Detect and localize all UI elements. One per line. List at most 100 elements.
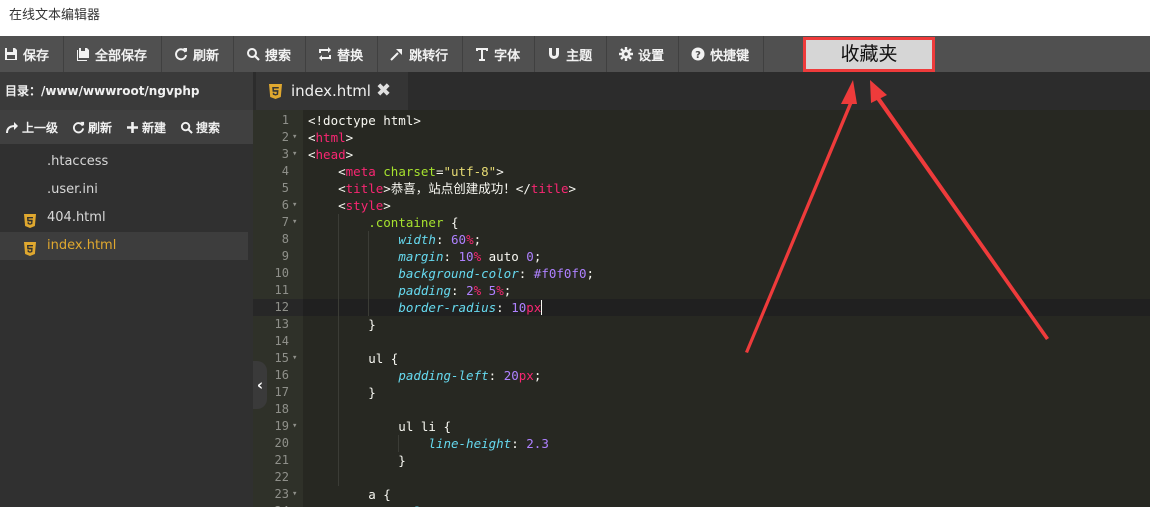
code-line[interactable]: 7 ▾ .container { (253, 214, 1150, 231)
code-line[interactable]: 3 ▾ <head> (253, 146, 1150, 163)
code-line[interactable]: 1 <!doctype html> (253, 112, 1150, 129)
code-text: } (308, 384, 376, 401)
line-number: 11 (274, 283, 289, 297)
code-line[interactable]: 11 padding: 2% 5%; (253, 282, 1150, 299)
code-token: } (308, 385, 376, 400)
collapse-sidebar-handle[interactable]: ‹ (253, 361, 267, 409)
code-token: 10 (511, 300, 527, 315)
fold-toggle-icon[interactable]: ▾ (292, 350, 297, 367)
line-number: 13 (274, 317, 289, 331)
toolbar-button-2[interactable]: 刷新 (162, 36, 235, 72)
toolbar-button-5[interactable]: 跳转行 (378, 36, 464, 72)
code-line[interactable]: 16 padding-left: 20px; (253, 367, 1150, 384)
toolbar-button-label: 全部保存 (95, 48, 148, 64)
save-all-icon (76, 47, 90, 61)
code-line[interactable]: 8 width: 60%; (253, 231, 1150, 248)
toolbar-button-label: 跳转行 (409, 48, 449, 64)
code-line[interactable]: 22 (253, 469, 1150, 486)
code-token: 0 (526, 249, 534, 264)
code-text: background-color: #f0f0f0; (308, 265, 594, 282)
tab-index-html[interactable]: index.html ✖ (256, 72, 408, 110)
code-text: ul li { (308, 418, 451, 435)
theme-icon (547, 47, 561, 61)
code-line[interactable]: 14 (253, 333, 1150, 350)
toolbar-button-label: 保存 (23, 48, 50, 64)
help-icon: ? (691, 47, 705, 61)
code-token: <!doctype html> (308, 113, 421, 128)
toolbar-button-6[interactable]: 字体 (463, 36, 536, 72)
sidebar-tool-1[interactable]: 刷新 (66, 119, 120, 136)
close-icon[interactable]: ✖ (376, 72, 391, 110)
code-line[interactable]: 21 } (253, 452, 1150, 469)
fold-toggle-icon[interactable]: ▾ (292, 418, 297, 435)
code-text: padding-left: 20px; (308, 367, 541, 384)
code-token: : (451, 283, 467, 298)
file-list: .htaccess .user.ini 404.html index.html (0, 144, 253, 260)
code-area[interactable]: ‹ 1 <!doctype html> 2 ▾ <html> 3 ▾ <head> 4 <met… (253, 110, 1150, 507)
tab-label: index.html (291, 82, 371, 100)
code-token: ul li { (308, 419, 451, 434)
toolbar-button-label: 设置 (638, 48, 665, 64)
code-token: % (496, 283, 504, 298)
code-line[interactable]: 10 background-color: #f0f0f0; (253, 265, 1150, 282)
code-line[interactable]: 23 ▾ a { (253, 486, 1150, 503)
code-token: >恭喜，站点创建成功！</ (383, 181, 531, 196)
sidebar-tool-2[interactable]: 新建 (120, 119, 174, 136)
code-line[interactable]: 19 ▾ ul li { (253, 418, 1150, 435)
sidebar-tool-0[interactable]: 上一级 (0, 119, 66, 136)
code-text: } (308, 452, 406, 469)
code-token: px (526, 300, 542, 315)
code-text: .container { (308, 214, 458, 231)
code-token: : (518, 266, 534, 281)
code-line[interactable]: 4 <meta charset="utf-8"> (253, 163, 1150, 180)
file-item[interactable]: 404.html (0, 204, 248, 232)
code-line[interactable]: 24 color: #20a53a; (253, 503, 1150, 507)
fold-toggle-icon[interactable]: ▾ (292, 146, 297, 163)
code-line[interactable]: 17 } (253, 384, 1150, 401)
toolbar-button-3[interactable]: 搜索 (234, 36, 307, 72)
code-token: #f0f0f0 (533, 266, 587, 281)
code-line[interactable]: 18 (253, 401, 1150, 418)
code-token: padding (398, 283, 451, 298)
search-icon (180, 121, 193, 134)
toolbar-button-9[interactable]: ? 快捷键 (679, 36, 765, 72)
code-token: ul { (308, 351, 399, 366)
html5-icon (269, 84, 282, 99)
fold-toggle-icon[interactable]: ▾ (292, 129, 297, 146)
line-number: 10 (274, 266, 289, 280)
line-number: 22 (274, 470, 289, 484)
toolbar-button-0[interactable]: 保存 (0, 36, 65, 72)
code-token: head (315, 147, 346, 162)
code-text: <head> (308, 146, 353, 163)
fold-toggle-icon[interactable]: ▾ (292, 197, 297, 214)
code-line[interactable]: 9 margin: 10% auto 0; (253, 248, 1150, 265)
sidebar-tool-3[interactable]: 搜索 (174, 119, 228, 136)
code-line[interactable]: 2 ▾ <html> (253, 129, 1150, 146)
code-line[interactable]: 6 ▾ <style> (253, 197, 1150, 214)
code-line[interactable]: 5 <title>恭喜，站点创建成功！</title> (253, 180, 1150, 197)
fold-toggle-icon[interactable]: ▾ (292, 214, 297, 231)
plus-icon (126, 121, 139, 134)
code-token: < (308, 198, 346, 213)
toolbar-button-4[interactable]: 替换 (306, 36, 379, 72)
code-line[interactable]: 12 border-radius: 10px (253, 299, 1150, 316)
code-line[interactable]: 13 } (253, 316, 1150, 333)
code-text: <html> (308, 129, 353, 146)
file-item[interactable]: .htaccess (0, 148, 248, 176)
toolbar-button-7[interactable]: 主题 (535, 36, 608, 72)
fold-toggle-icon[interactable]: ▾ (292, 486, 297, 503)
code-line[interactable]: 20 line-height: 2.3 (253, 435, 1150, 452)
file-name: index.html (47, 238, 117, 253)
toolbar-button-8[interactable]: 设置 (607, 36, 680, 72)
code-token: meta (345, 164, 376, 179)
file-item[interactable]: .user.ini (0, 176, 248, 204)
file-item[interactable]: index.html (0, 232, 248, 260)
favorites-button[interactable]: 收藏夹 (803, 37, 935, 72)
code-token: padding-left (398, 368, 489, 383)
code-line[interactable]: 15 ▾ ul { (253, 350, 1150, 367)
toolbar-button-1[interactable]: 全部保存 (64, 36, 163, 72)
